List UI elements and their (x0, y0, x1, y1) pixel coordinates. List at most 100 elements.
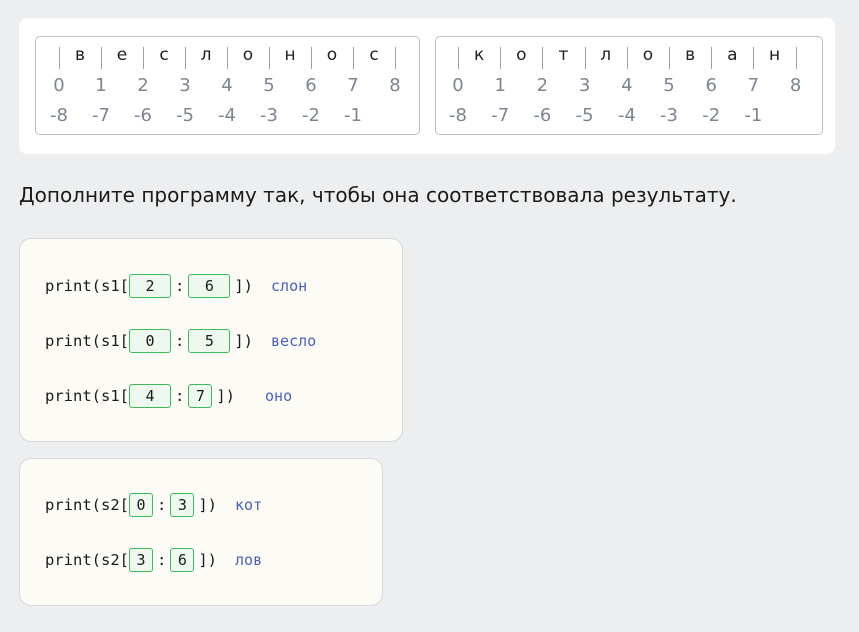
string-char: в (685, 45, 696, 65)
code-line: print(s2[ 0 : 3 ]) кот (45, 491, 262, 519)
positive-index: 0 (53, 75, 65, 96)
slice-colon: : (175, 277, 185, 295)
char-separator (353, 47, 354, 69)
slice-end-slot[interactable]: 7 (188, 384, 213, 408)
string-char: л (600, 45, 612, 65)
string-char: с (159, 45, 169, 65)
slice-colon: : (157, 551, 167, 569)
slice-end-slot[interactable]: 3 (170, 493, 195, 517)
slice-end-slot[interactable]: 6 (170, 548, 195, 572)
negative-index: -4 (617, 105, 636, 126)
slice-end-slot[interactable]: 6 (188, 274, 231, 298)
positive-index: 3 (578, 75, 591, 96)
negative-index: -1 (744, 105, 763, 126)
positive-index: 5 (263, 75, 275, 96)
char-separator (753, 47, 755, 69)
string-char: л (200, 45, 212, 65)
negative-index: -7 (92, 105, 110, 126)
string-char: к (473, 45, 485, 65)
positive-index: 6 (705, 75, 717, 96)
char-separator (185, 47, 186, 69)
string-char: а (727, 45, 738, 65)
positive-index: 7 (747, 75, 760, 96)
slice-colon: : (157, 496, 167, 514)
positive-index: 3 (179, 75, 191, 96)
negative-index: -5 (176, 105, 194, 126)
string-char: о (242, 45, 254, 65)
code-suffix: ]) (198, 496, 218, 514)
positive-index: 2 (137, 75, 149, 96)
result-text: весло (271, 332, 317, 350)
negative-index: -6 (533, 105, 552, 126)
string-s1-table: в е с л о н о с 0 1 2 3 4 5 6 7 8 -8 -7 -6 -5 -4 -3 -2 -1 (35, 36, 420, 135)
code-line: print(s1[ 4 : 7 ]) оно (45, 382, 292, 410)
char-separator (584, 47, 586, 69)
code-prefix: print(s2[ (45, 496, 129, 514)
result-text: слон (271, 277, 308, 295)
char-separator (59, 47, 60, 69)
code-suffix: ]) (234, 277, 254, 295)
negative-index: -3 (660, 105, 678, 126)
string-char: о (516, 45, 527, 65)
positive-index: 1 (494, 75, 506, 96)
positive-index: 4 (221, 75, 233, 96)
slice-start-slot[interactable]: 4 (129, 384, 171, 408)
char-separator (311, 47, 312, 69)
char-separator (711, 47, 713, 69)
slice-start-slot[interactable]: 3 (129, 548, 153, 572)
slice-end-slot[interactable]: 5 (188, 329, 231, 353)
negative-index: -2 (702, 105, 721, 126)
char-separator (101, 47, 102, 69)
result-text: оно (265, 387, 293, 405)
string-char: о (642, 45, 654, 65)
code-prefix: print(s1[ (45, 387, 129, 405)
task-instruction: Дополните программу так, чтобы она соотв… (19, 183, 737, 207)
negative-index: -5 (575, 105, 594, 126)
negative-index: -3 (260, 105, 278, 126)
code-line: print(s1[ 0 : 5 ]) весло (45, 327, 316, 355)
char-separator (395, 47, 396, 69)
char-separator (626, 47, 628, 69)
slice-colon: : (175, 332, 185, 350)
code-line: print(s1[ 2 : 6 ]) слон (45, 272, 307, 300)
code-prefix: print(s1[ (45, 277, 129, 295)
slice-colon: : (175, 387, 185, 405)
char-separator (227, 47, 228, 69)
negative-index: -8 (50, 105, 68, 126)
strings-panel: в е с л о н о с 0 1 2 3 4 5 6 7 8 -8 -7 -6 -5 -4 -3 -2 -1 к о т л… (19, 18, 835, 154)
result-text: лов (235, 551, 263, 569)
char-separator (143, 47, 144, 69)
code-prefix: print(s2[ (45, 551, 129, 569)
negative-index: -2 (302, 105, 320, 126)
code-suffix: ]) (198, 551, 218, 569)
code-card-s1: print(s1[ 2 : 6 ]) слон print(s1[ 0 : 5 … (19, 238, 403, 442)
string-char: т (558, 45, 569, 65)
negative-index: -8 (449, 105, 467, 126)
slice-start-slot[interactable]: 0 (129, 493, 153, 517)
char-separator (542, 47, 544, 69)
slice-start-slot[interactable]: 0 (129, 329, 171, 353)
code-card-s2: print(s2[ 0 : 3 ]) кот print(s2[ 3 : 6 ]… (19, 458, 383, 606)
positive-index: 0 (452, 75, 464, 96)
negative-index: -1 (344, 105, 362, 126)
negative-index: -4 (218, 105, 236, 126)
string-char: н (768, 45, 781, 65)
string-char: н (284, 45, 296, 65)
positive-index: 6 (305, 75, 317, 96)
code-suffix: ]) (216, 387, 236, 405)
code-prefix: print(s1[ (45, 332, 129, 350)
char-separator (269, 47, 270, 69)
negative-index: -7 (491, 105, 510, 126)
positive-index: 2 (536, 75, 549, 96)
positive-index: 7 (347, 75, 359, 96)
negative-index: -6 (134, 105, 152, 126)
char-separator (458, 47, 459, 69)
slice-start-slot[interactable]: 2 (129, 274, 171, 298)
positive-index: 5 (663, 75, 675, 96)
char-separator (500, 47, 502, 69)
string-char: с (369, 45, 379, 65)
char-separator (669, 47, 670, 69)
string-char: о (326, 45, 338, 65)
code-line: print(s2[ 3 : 6 ]) лов (45, 546, 262, 574)
string-char: в (74, 45, 86, 65)
